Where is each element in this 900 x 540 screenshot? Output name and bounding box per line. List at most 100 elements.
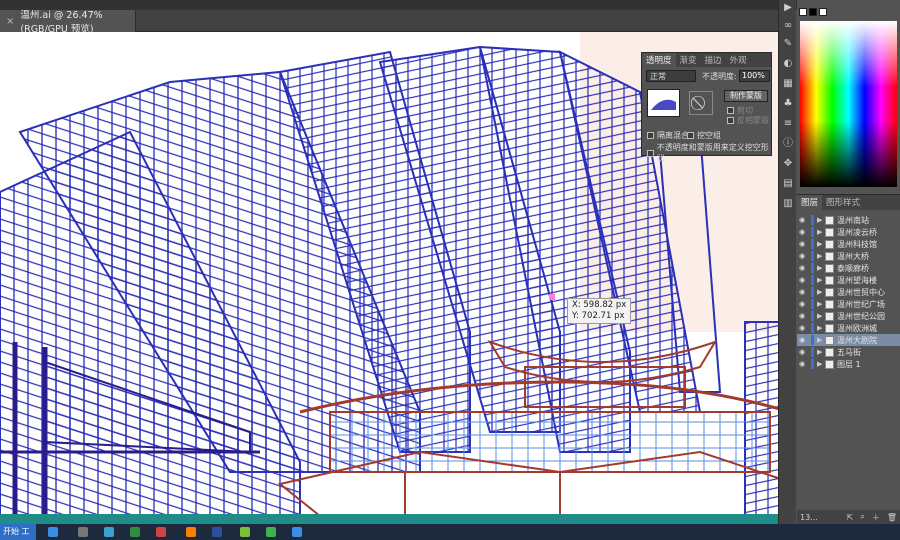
visibility-eye-icon[interactable]: ◉ [797, 264, 807, 272]
visibility-eye-icon[interactable]: ◉ [797, 360, 807, 368]
visibility-eye-icon[interactable]: ◉ [797, 300, 807, 308]
play-icon[interactable]: ▶ [782, 2, 794, 14]
layer-color [811, 227, 814, 237]
visibility-eye-icon[interactable]: ◉ [797, 228, 807, 236]
layers-footer: 13... ⇱ ⌕ ＋ 🗑 [797, 510, 900, 524]
layer-row[interactable]: ◉ ▶ 温州欧洲城 [797, 322, 900, 334]
visibility-eye-icon[interactable]: ◉ [797, 288, 807, 296]
visibility-eye-icon[interactable]: ◉ [797, 324, 807, 332]
layer-row[interactable]: ◉ ▶ 温州南站 [797, 214, 900, 226]
layer-row[interactable]: ◉ ▶ 温州世纪广场 [797, 298, 900, 310]
knockout-group-label: 挖空组 [697, 131, 721, 140]
tab-layers[interactable]: 图层 [797, 195, 823, 210]
search-icon[interactable]: ⌕ [860, 512, 864, 522]
layer-row[interactable]: ◉ ▶ 温州世纪公园 [797, 310, 900, 322]
coord-x: X: 598.82 px [572, 300, 627, 310]
swatch-none[interactable] [819, 8, 827, 16]
layers-icon[interactable]: ▥ [782, 198, 794, 210]
expand-caret-icon[interactable]: ▶ [817, 300, 825, 308]
color-swatch-row [799, 8, 899, 18]
swatches-icon[interactable]: ▦ [782, 78, 794, 90]
layers-panel: 图层 图形样式 ◉ ▶ 温州南站 ◉ ▶ 温州凌云桥 ◉ ▶ 温州科技馆 ◉ ▶ 温州大桥 ◉ ▶ 泰顺廊桥… [797, 194, 900, 524]
color-icon[interactable]: ◐ [782, 58, 794, 70]
tab-gradient[interactable]: 渐变 [676, 53, 701, 67]
swatch-black[interactable] [809, 8, 817, 16]
explorer-icon[interactable] [78, 527, 88, 537]
layer-thumbnail [825, 215, 834, 225]
store-icon[interactable] [104, 527, 114, 537]
isolate-blending-checkbox[interactable]: 隔离混合 [647, 130, 689, 141]
document-tab[interactable]: × 温州.ai @ 26.47% (RGB/GPU 预览) [0, 10, 136, 35]
app-icon[interactable] [130, 527, 140, 537]
make-mask-button[interactable]: 制作蒙版 [724, 90, 768, 102]
delete-icon[interactable]: 🗑 [887, 513, 897, 522]
layer-row[interactable]: ◉ ▶ 温州科技馆 [797, 238, 900, 250]
close-icon[interactable]: × [6, 16, 14, 27]
expand-caret-icon[interactable]: ▶ [817, 216, 825, 224]
expand-caret-icon[interactable]: ▶ [817, 276, 825, 284]
start-button[interactable]: 开始 工 [0, 524, 36, 540]
visibility-eye-icon[interactable]: ◉ [797, 336, 807, 344]
visibility-eye-icon[interactable]: ◉ [797, 276, 807, 284]
visibility-eye-icon[interactable]: ◉ [797, 348, 807, 356]
expand-caret-icon[interactable]: ▶ [817, 336, 825, 344]
expand-caret-icon[interactable]: ▶ [817, 360, 825, 368]
tab-appearance[interactable]: 外观 [726, 53, 751, 67]
layer-name: 温州凌云桥 [837, 227, 877, 237]
layer-row[interactable]: ◉ ▶ 泰顺廊桥 [797, 262, 900, 274]
expand-caret-icon[interactable]: ▶ [817, 228, 825, 236]
transform-icon[interactable]: ✥ [782, 158, 794, 170]
tab-transparency[interactable]: 透明度 [642, 53, 676, 67]
invert-mask-checkbox[interactable]: 反相蒙版 [727, 115, 769, 126]
visibility-eye-icon[interactable]: ◉ [797, 252, 807, 260]
layer-row[interactable]: ◉ ▶ 图层 1 [797, 358, 900, 370]
tab-graphic-styles[interactable]: 图形样式 [822, 195, 864, 210]
expand-caret-icon[interactable]: ▶ [817, 324, 825, 332]
new-layer-icon[interactable]: ＋ [872, 512, 880, 523]
knockout-group-checkbox[interactable]: 挖空组 [687, 130, 721, 141]
symbols-icon[interactable]: ♣ [782, 98, 794, 110]
brush-icon[interactable]: ✎ [782, 38, 794, 50]
layer-row[interactable]: ◉ ▶ 温州凌云桥 [797, 226, 900, 238]
link-icon[interactable]: ∞ [782, 20, 794, 32]
app-icon-2[interactable] [156, 527, 166, 537]
export-icon[interactable]: ⇱ [847, 513, 854, 522]
expand-caret-icon[interactable]: ▶ [817, 348, 825, 356]
wechat-icon[interactable] [266, 527, 276, 537]
expand-caret-icon[interactable]: ▶ [817, 264, 825, 272]
layer-row[interactable]: ◉ ▶ 五马街 [797, 346, 900, 358]
visibility-eye-icon[interactable]: ◉ [797, 240, 807, 248]
browser-icon[interactable] [48, 527, 58, 537]
info-icon[interactable]: ⓘ [782, 138, 794, 150]
layer-thumbnail [825, 299, 834, 309]
expand-caret-icon[interactable]: ▶ [817, 240, 825, 248]
opacity-mask-label: 不透明度和蒙版用来定义挖空形状 [656, 143, 769, 163]
photoshop-icon[interactable] [212, 527, 222, 537]
swatch-white[interactable] [799, 8, 807, 16]
layer-thumbnail [825, 335, 834, 345]
tab-stroke[interactable]: 描边 [701, 53, 726, 67]
opacity-input[interactable]: 100% [739, 70, 770, 82]
stroke-icon[interactable]: ≡ [782, 118, 794, 130]
visibility-eye-icon[interactable]: ◉ [797, 312, 807, 320]
layer-row[interactable]: ◉ ▶ 温州望海楼 [797, 274, 900, 286]
visibility-eye-icon[interactable]: ◉ [797, 216, 807, 224]
app-icon-3[interactable] [292, 527, 302, 537]
expand-caret-icon[interactable]: ▶ [817, 312, 825, 320]
align-icon[interactable]: ▤ [782, 178, 794, 190]
illustrator-icon[interactable] [186, 527, 196, 537]
opacity-mask-checkbox[interactable]: 不透明度和蒙版用来定义挖空形状 [647, 142, 771, 164]
layer-thumbnail [825, 251, 834, 261]
layer-row[interactable]: ◉ ▶ 温州大剧院 [797, 334, 900, 346]
checkbox-box [647, 132, 654, 139]
expand-caret-icon[interactable]: ▶ [817, 288, 825, 296]
expand-caret-icon[interactable]: ▶ [817, 252, 825, 260]
layer-row[interactable]: ◉ ▶ 温州世贸中心 [797, 286, 900, 298]
layer-thumbnail [825, 347, 834, 357]
chat-icon[interactable] [240, 527, 250, 537]
layer-row[interactable]: ◉ ▶ 温州大桥 [797, 250, 900, 262]
color-spectrum[interactable] [800, 21, 897, 187]
blend-mode-select[interactable]: 正常 [646, 70, 696, 82]
anchor-point[interactable] [549, 294, 555, 300]
layer-color [811, 263, 814, 273]
